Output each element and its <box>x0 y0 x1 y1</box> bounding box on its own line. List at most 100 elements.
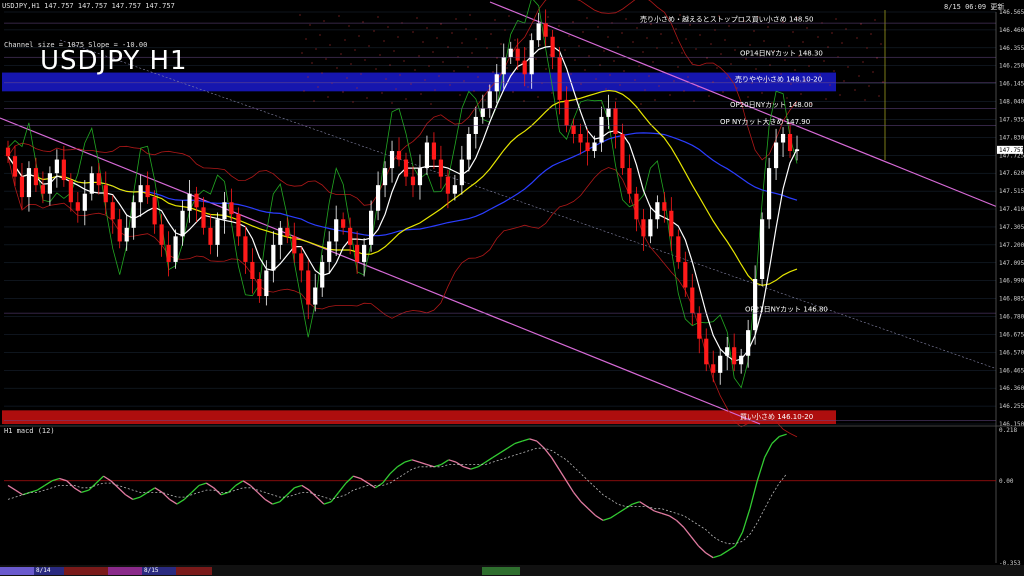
cloud-dot <box>580 83 582 85</box>
candle-body <box>773 142 779 169</box>
cloud-dot <box>360 73 362 75</box>
cloud-dot <box>864 99 866 101</box>
candle-body <box>718 355 723 373</box>
cloud-dot <box>792 31 794 33</box>
cloud-dot <box>866 47 868 49</box>
cloud-dot <box>794 69 796 71</box>
cloud-dot <box>755 68 757 70</box>
cloud-dot <box>500 43 502 45</box>
cloud-dot <box>547 16 549 18</box>
cloud-dot <box>356 87 358 89</box>
cloud-dot <box>315 48 317 50</box>
candle-body <box>68 180 73 203</box>
price-tick-label: 147.620 <box>999 170 1024 177</box>
cloud-dot <box>338 15 340 17</box>
cloud-dot <box>391 102 393 104</box>
candle-body <box>410 176 416 186</box>
footer-seg-a[interactable] <box>0 567 36 575</box>
cloud-dot <box>451 32 453 34</box>
cloud-dot <box>767 26 769 28</box>
cloud-dot <box>656 47 658 49</box>
footer-seg-c[interactable] <box>108 567 144 575</box>
candle-body <box>187 193 192 211</box>
candle-body <box>96 173 101 186</box>
footer-seg-b[interactable] <box>64 567 110 575</box>
cloud-dot <box>802 41 804 43</box>
cloud-dot <box>716 67 718 69</box>
cloud-dot <box>841 42 843 44</box>
cloud-dot <box>486 47 488 49</box>
candle-body <box>5 147 11 157</box>
candle-body <box>725 347 730 356</box>
cloud-dot <box>693 100 695 102</box>
cloud-dot <box>706 57 708 59</box>
cloud-dot <box>790 83 792 85</box>
candle-body <box>732 347 737 365</box>
price-tick-label: 146.465 <box>999 367 1024 374</box>
cloud-dot <box>726 77 728 79</box>
footer-seg-date2[interactable]: 8/15 <box>142 567 178 575</box>
candle-body <box>452 185 457 194</box>
candle-body <box>648 219 653 237</box>
candle-body <box>683 261 688 288</box>
cloud-dot <box>683 90 685 92</box>
cloud-dot <box>829 84 831 86</box>
usdjpy-h1-chart: 売り小さめ・越えるとストップロス買い小さめ 148.50 OP14日NYカット 1… <box>0 0 1024 576</box>
cloud-dot <box>749 44 751 46</box>
candle-body <box>487 91 492 109</box>
price-tick-label: 147.935 <box>999 116 1024 123</box>
annotation-label: OP14日NYカット 148.30 <box>740 50 823 58</box>
footer-seg-d[interactable] <box>176 567 212 575</box>
cloud-dot <box>412 31 414 33</box>
cloud-dot <box>568 35 570 37</box>
price-tick-label: 146.250 <box>999 63 1024 70</box>
cloud-dot <box>342 91 344 93</box>
cloud-dot <box>418 55 420 57</box>
cloud-dot <box>344 39 346 41</box>
cloud-dot <box>362 21 364 23</box>
annotation-label: OP21日NYカット 146.80 <box>745 306 828 314</box>
cloud-dot <box>728 25 730 27</box>
price-tick-label: 147.305 <box>999 224 1024 231</box>
cloud-dot <box>584 69 586 71</box>
candle-body <box>459 159 464 186</box>
cloud-dot <box>613 60 615 62</box>
cloud-dot <box>854 89 856 91</box>
cloud-dot <box>595 78 597 80</box>
price-tick-label: 146.355 <box>999 45 1024 52</box>
cloud-dot <box>617 46 619 48</box>
cloud-dot <box>570 73 572 75</box>
candle-body <box>75 202 80 211</box>
cloud-dot <box>872 71 874 73</box>
candle-body <box>438 159 444 177</box>
candle-body <box>564 99 569 126</box>
candle-body <box>54 159 59 174</box>
cloud-dot <box>862 61 864 63</box>
cloud-dot <box>660 33 662 35</box>
cloud-dot <box>646 37 648 39</box>
footer-scroll-thumb[interactable] <box>482 567 520 575</box>
cloud-dot <box>578 45 580 47</box>
cloud-dot <box>586 17 588 19</box>
cloud-dot <box>512 91 514 93</box>
candle-body <box>173 236 178 262</box>
cloud-dot <box>588 55 590 57</box>
price-tick-label: 146.255 <box>999 403 1024 410</box>
cloud-dot <box>597 26 599 28</box>
cloud-dot <box>465 28 467 30</box>
cloud-dot <box>399 74 401 76</box>
cloud-dot <box>352 101 354 103</box>
candle-body <box>424 142 430 169</box>
cloud-dot <box>671 42 673 44</box>
candle-body <box>676 236 681 262</box>
cloud-dot <box>825 98 827 100</box>
candle-body <box>396 151 402 160</box>
cloud-dot <box>654 99 656 101</box>
cloud-dot <box>574 59 576 61</box>
candle-body <box>47 173 52 194</box>
cloud-dot <box>508 15 510 17</box>
cloud-dot <box>403 60 405 62</box>
cloud-dot <box>393 50 395 52</box>
cloud-dot <box>784 59 786 61</box>
footer-seg-date1[interactable]: 8/14 <box>34 567 66 575</box>
